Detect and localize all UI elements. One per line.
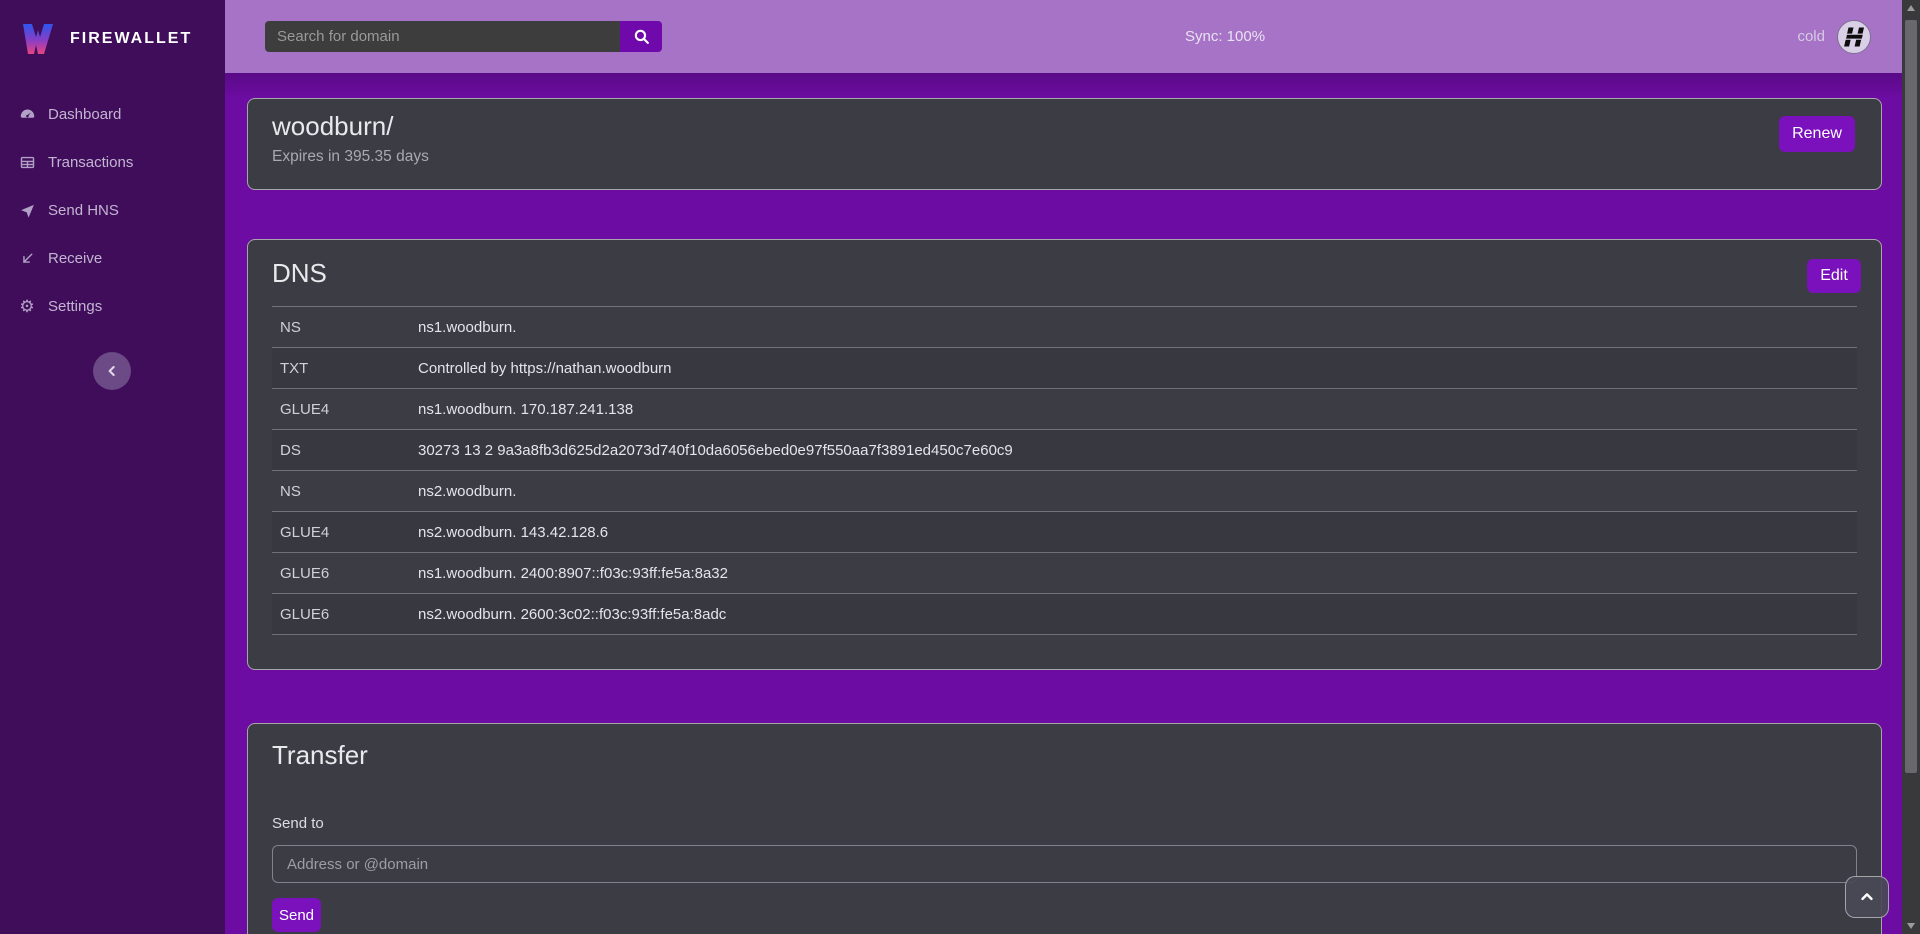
record-value: ns1.woodburn. 2400:8907::f03c:93ff:fe5a:… (410, 553, 1857, 594)
record-value: ns1.woodburn. (410, 307, 1857, 348)
transfer-address-input[interactable] (272, 845, 1857, 883)
handshake-logo-icon (1836, 19, 1872, 55)
dashboard-icon (18, 105, 36, 123)
transactions-icon (18, 153, 36, 171)
record-value: 30273 13 2 9a3a8fb3d625d2a2073d740f10da6… (410, 430, 1857, 471)
domain-title: woodburn/ (272, 111, 1857, 142)
record-type: NS (272, 471, 410, 512)
sidebar-item-settings[interactable]: ⚙ Settings (0, 282, 225, 330)
table-row[interactable]: DS 30273 13 2 9a3a8fb3d625d2a2073d740f10… (272, 430, 1857, 471)
chevron-up-icon (1858, 888, 1876, 906)
table-row[interactable]: GLUE4 ns1.woodburn. 170.187.241.138 (272, 389, 1857, 430)
scrollbar-up-arrow[interactable] (1902, 0, 1920, 16)
scrollbar-thumb[interactable] (1905, 20, 1917, 773)
topbar: Sync: 100% cold (225, 0, 1902, 73)
record-value: ns2.woodburn. 143.42.128.6 (410, 512, 1857, 553)
dns-card: DNS Edit NS ns1.woodburn. TXT Controlled… (247, 239, 1882, 670)
table-row[interactable]: GLUE6 ns1.woodburn. 2400:8907::f03c:93ff… (272, 553, 1857, 594)
domain-card: woodburn/ Expires in 395.35 days Renew (247, 98, 1882, 190)
send-to-label: Send to (272, 815, 1857, 832)
record-type: NS (272, 307, 410, 348)
record-type: TXT (272, 348, 410, 389)
sidebar-item-label: Send HNS (48, 202, 119, 219)
sidebar-item-label: Transactions (48, 154, 133, 171)
record-type: GLUE6 (272, 553, 410, 594)
gear-icon: ⚙ (18, 297, 36, 315)
sidebar-item-dashboard[interactable]: Dashboard (0, 90, 225, 138)
dns-records-body: NS ns1.woodburn. TXT Controlled by https… (272, 307, 1857, 635)
wallet-indicator[interactable]: cold (1797, 0, 1872, 73)
record-type: DS (272, 430, 410, 471)
brand-name: FIREWALLET (70, 30, 192, 48)
scrollbar-down-arrow[interactable] (1902, 918, 1920, 934)
sidebar-item-label: Settings (48, 298, 102, 315)
dns-records-table: NS ns1.woodburn. TXT Controlled by https… (272, 306, 1857, 635)
search-input[interactable] (265, 21, 620, 52)
sidebar-collapse-button[interactable] (93, 352, 131, 390)
edit-dns-button[interactable]: Edit (1807, 259, 1861, 293)
send-button[interactable]: Send (272, 898, 321, 932)
record-value: ns1.woodburn. 170.187.241.138 (410, 389, 1857, 430)
domain-expiry: Expires in 395.35 days (272, 148, 1857, 166)
sidebar: FIREWALLET Dashboard Transactions Send H… (0, 0, 225, 934)
search-button[interactable] (620, 21, 662, 52)
transfer-card: Transfer Send to Send (247, 723, 1882, 934)
record-value: Controlled by https://nathan.woodburn (410, 348, 1857, 389)
table-row[interactable]: TXT Controlled by https://nathan.woodbur… (272, 348, 1857, 389)
receive-icon (18, 249, 36, 267)
transfer-title: Transfer (272, 740, 1857, 771)
main-content: woodburn/ Expires in 395.35 days Renew D… (225, 73, 1902, 934)
chevron-left-icon (104, 363, 120, 379)
brand: FIREWALLET (0, 0, 225, 62)
search-group (265, 21, 662, 52)
record-value: ns2.woodburn. 2600:3c02::f03c:93ff:fe5a:… (410, 594, 1857, 635)
table-row[interactable]: NS ns2.woodburn. (272, 471, 1857, 512)
dns-title: DNS (272, 258, 1857, 289)
firewallet-logo-icon (18, 19, 58, 59)
sidebar-nav: Dashboard Transactions Send HNS Receive … (0, 90, 225, 330)
send-icon (18, 201, 36, 219)
record-value: ns2.woodburn. (410, 471, 1857, 512)
search-icon (633, 28, 650, 45)
sidebar-item-transactions[interactable]: Transactions (0, 138, 225, 186)
table-row[interactable]: GLUE4 ns2.woodburn. 143.42.128.6 (272, 512, 1857, 553)
record-type: GLUE4 (272, 389, 410, 430)
sidebar-item-receive[interactable]: Receive (0, 234, 225, 282)
renew-button[interactable]: Renew (1779, 116, 1855, 152)
table-row[interactable]: NS ns1.woodburn. (272, 307, 1857, 348)
sync-status: Sync: 100% (1185, 0, 1265, 73)
scroll-top-button[interactable] (1845, 876, 1889, 918)
sidebar-item-label: Dashboard (48, 106, 121, 123)
sidebar-item-send-hns[interactable]: Send HNS (0, 186, 225, 234)
wallet-name: cold (1797, 28, 1825, 45)
record-type: GLUE6 (272, 594, 410, 635)
sidebar-item-label: Receive (48, 250, 102, 267)
table-row[interactable]: GLUE6 ns2.woodburn. 2600:3c02::f03c:93ff… (272, 594, 1857, 635)
scrollbar[interactable] (1902, 0, 1920, 934)
record-type: GLUE4 (272, 512, 410, 553)
